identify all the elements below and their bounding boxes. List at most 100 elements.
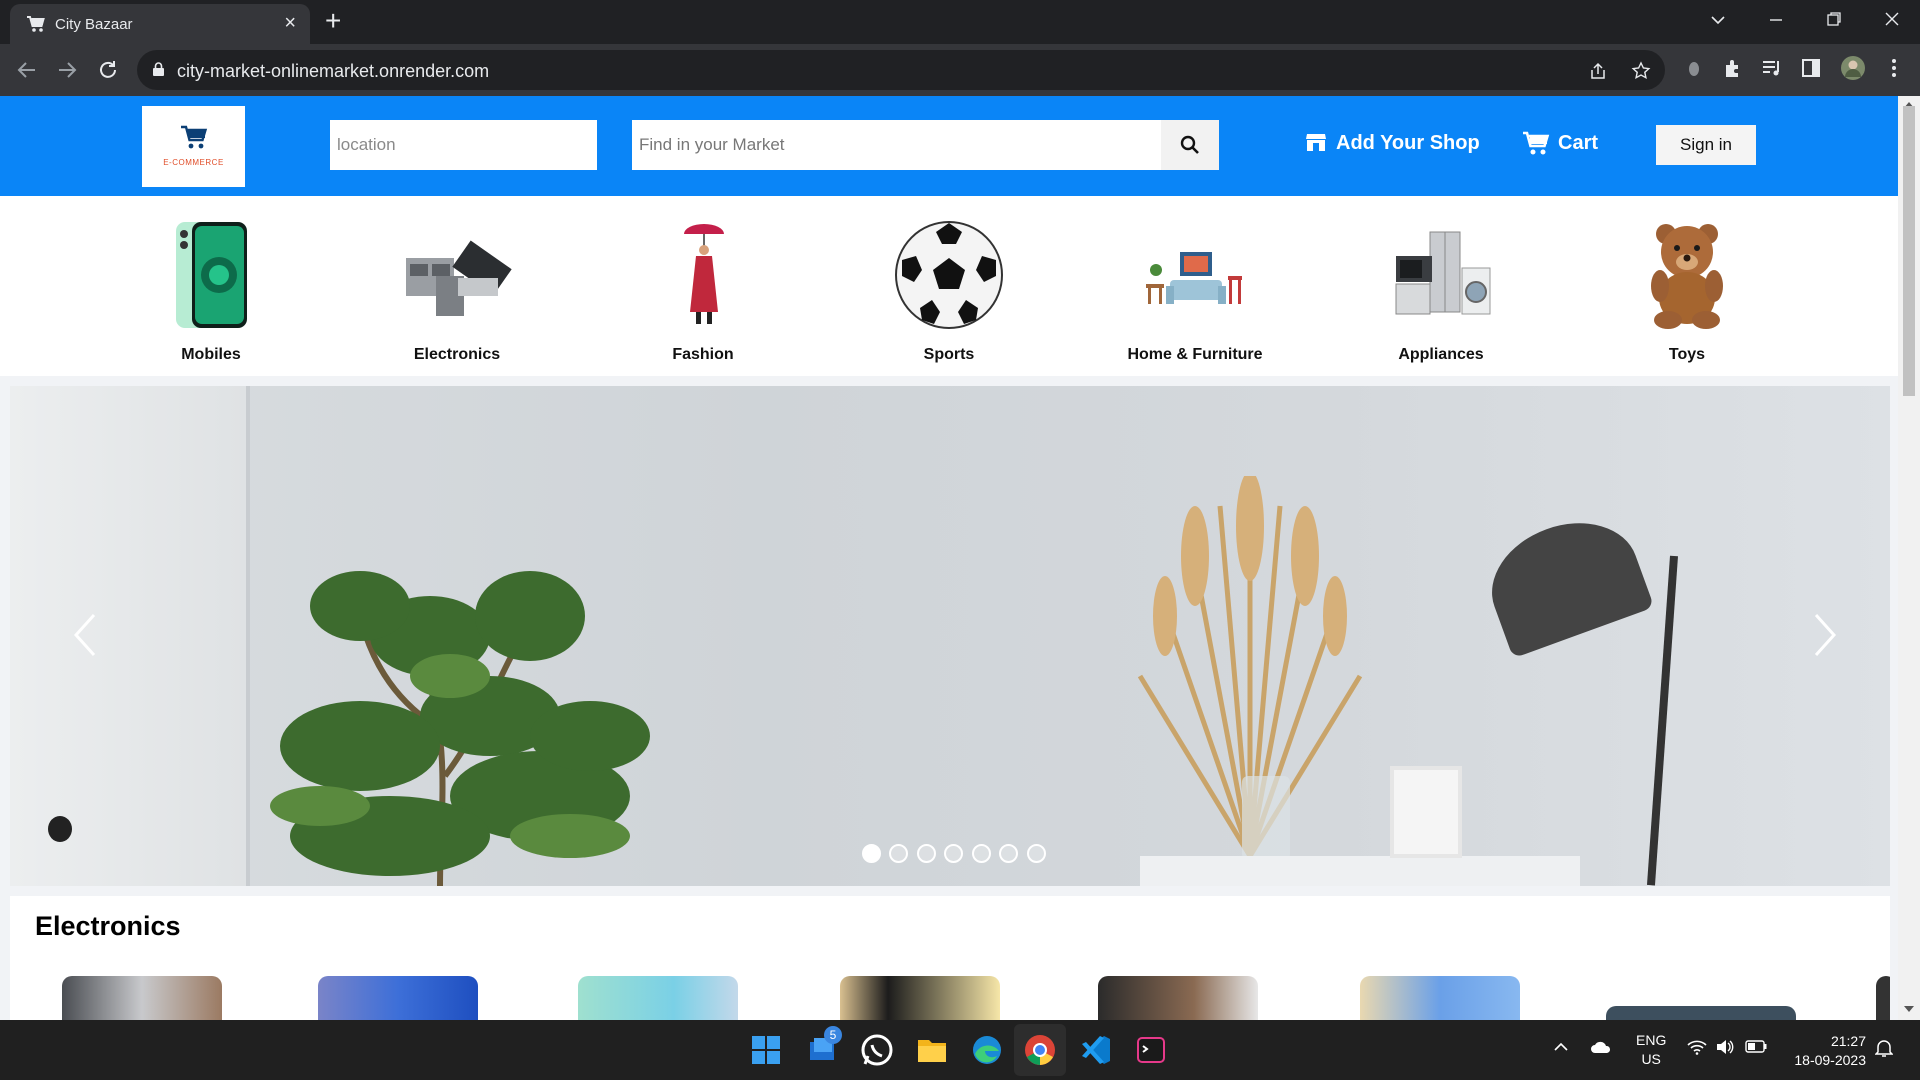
product-card[interactable] [840, 976, 1000, 1020]
carousel-dot[interactable] [862, 844, 881, 863]
location-input[interactable] [330, 120, 597, 170]
search-bar [632, 120, 1219, 170]
cart-label: Cart [1558, 132, 1599, 154]
sign-in-button[interactable]: Sign in [1656, 125, 1756, 165]
tab-close-icon[interactable]: × [284, 13, 296, 33]
browser-menu-icon[interactable] [1883, 57, 1905, 79]
extension-shield-icon[interactable] [1683, 57, 1705, 79]
forward-icon[interactable] [56, 59, 78, 81]
windows-taskbar: 5 ENG US 21:27 18-09-2023 [0, 1020, 1920, 1080]
carousel-next-button[interactable] [1805, 611, 1845, 661]
mail-badge: 5 [824, 1026, 842, 1044]
category-label: Electronics [413, 346, 501, 363]
lamp-pole-graphic [1646, 555, 1678, 886]
carousel-dot[interactable] [944, 844, 964, 863]
back-icon[interactable] [16, 59, 38, 81]
logo-cart-icon [181, 125, 208, 149]
edge-icon[interactable] [967, 1030, 1007, 1070]
chrome-icon[interactable] [1020, 1030, 1060, 1070]
carousel-indicators [862, 844, 1050, 864]
browser-toolbar: city-market-onlinemarket.onrender.com [0, 44, 1920, 96]
product-card[interactable] [1606, 1006, 1796, 1020]
file-explorer-icon[interactable] [912, 1030, 952, 1070]
carousel-dot[interactable] [999, 844, 1019, 863]
fashion-icon [684, 224, 724, 324]
product-card[interactable] [318, 976, 478, 1020]
teddy-bear-icon [1651, 224, 1723, 329]
clock-time: 21:27 [1830, 1033, 1866, 1049]
media-control-icon[interactable] [1761, 57, 1783, 79]
product-card[interactable] [578, 976, 738, 1020]
carousel-dot[interactable] [971, 844, 991, 863]
chevron-left-icon [73, 613, 96, 657]
onedrive-cloud-icon[interactable] [1590, 1040, 1612, 1054]
furniture-icon [1146, 252, 1242, 304]
logo-text: E-COMMERCE [163, 158, 224, 167]
language-indicator[interactable]: ENG US [1636, 1031, 1666, 1069]
carousel-prev-button[interactable] [65, 611, 105, 661]
store-icon [1306, 134, 1326, 151]
product-card[interactable] [1098, 976, 1258, 1020]
system-clock[interactable]: 21:27 18-09-2023 [1788, 1032, 1866, 1070]
vscode-icon[interactable] [1076, 1030, 1116, 1070]
profile-avatar-icon[interactable] [1840, 55, 1866, 81]
mail-app-icon[interactable]: 5 [802, 1026, 842, 1070]
carousel-dot[interactable] [1026, 844, 1046, 863]
carousel-door-graphic [10, 386, 250, 886]
vase-graphic [1242, 776, 1290, 860]
category-home-furniture[interactable]: Home & Furniture [1095, 196, 1295, 376]
scroll-thumb[interactable] [1903, 106, 1915, 396]
category-label: Home & Furniture [1127, 346, 1263, 363]
phone-icon [176, 222, 247, 328]
reload-icon[interactable] [97, 59, 119, 81]
region-code: US [1641, 1051, 1661, 1067]
clock-date: 18-09-2023 [1794, 1052, 1866, 1068]
scroll-down-icon[interactable] [1904, 1006, 1914, 1014]
whatsapp-icon[interactable] [857, 1030, 897, 1070]
wifi-icon[interactable] [1687, 1039, 1707, 1055]
carousel-dot[interactable] [889, 844, 909, 863]
windows-start-icon[interactable] [746, 1030, 786, 1070]
browser-tab[interactable]: City Bazaar × [10, 4, 310, 44]
product-card[interactable] [62, 976, 222, 1020]
battery-icon[interactable] [1745, 1040, 1767, 1053]
lock-icon[interactable] [153, 62, 164, 76]
notification-bell-icon[interactable] [1875, 1038, 1893, 1058]
side-panel-icon[interactable] [1800, 57, 1822, 79]
carousel-dot[interactable] [916, 844, 936, 863]
hero-carousel[interactable] [10, 386, 1890, 886]
address-bar[interactable]: city-market-onlinemarket.onrender.com [137, 50, 1665, 90]
product-card[interactable] [1360, 976, 1520, 1020]
section-title: Electronics [35, 911, 181, 941]
chevron-right-icon [1814, 613, 1837, 657]
bookmark-star-icon[interactable] [1631, 61, 1651, 81]
search-button[interactable] [1161, 120, 1219, 170]
new-tab-button[interactable]: + [325, 6, 341, 36]
search-icon [1180, 135, 1199, 154]
restore-icon[interactable] [1826, 11, 1842, 27]
volume-icon[interactable] [1716, 1039, 1734, 1055]
category-appliances[interactable]: Appliances [1341, 196, 1541, 376]
category-fashion[interactable]: Fashion [603, 196, 803, 376]
category-mobiles[interactable]: Mobiles [111, 196, 311, 376]
share-icon[interactable] [1588, 61, 1608, 81]
close-window-icon[interactable] [1884, 11, 1900, 27]
category-toys[interactable]: Toys [1587, 196, 1787, 376]
site-header: E-COMMERCE Add Your Shop Cart Sign in [0, 96, 1898, 196]
extensions-puzzle-icon[interactable] [1722, 57, 1744, 79]
product-card[interactable] [1876, 976, 1890, 1020]
category-sports[interactable]: Sports [849, 196, 1049, 376]
url-text[interactable]: city-market-onlinemarket.onrender.com [177, 61, 489, 82]
category-label: Fashion [672, 346, 734, 363]
cart-favicon-icon [27, 16, 45, 32]
tab-search-chevron-icon[interactable] [1710, 12, 1726, 28]
search-input[interactable] [632, 120, 1161, 170]
site-logo[interactable]: E-COMMERCE [142, 106, 245, 187]
terminal-icon[interactable] [1131, 1030, 1171, 1070]
category-electronics[interactable]: Electronics [357, 196, 557, 376]
soccer-ball-icon [895, 221, 1003, 329]
category-label: Mobiles [181, 346, 241, 363]
page-scrollbar[interactable] [1898, 96, 1920, 1020]
minimize-icon[interactable] [1768, 12, 1784, 28]
show-hidden-icons-chevron-icon[interactable] [1554, 1042, 1568, 1052]
